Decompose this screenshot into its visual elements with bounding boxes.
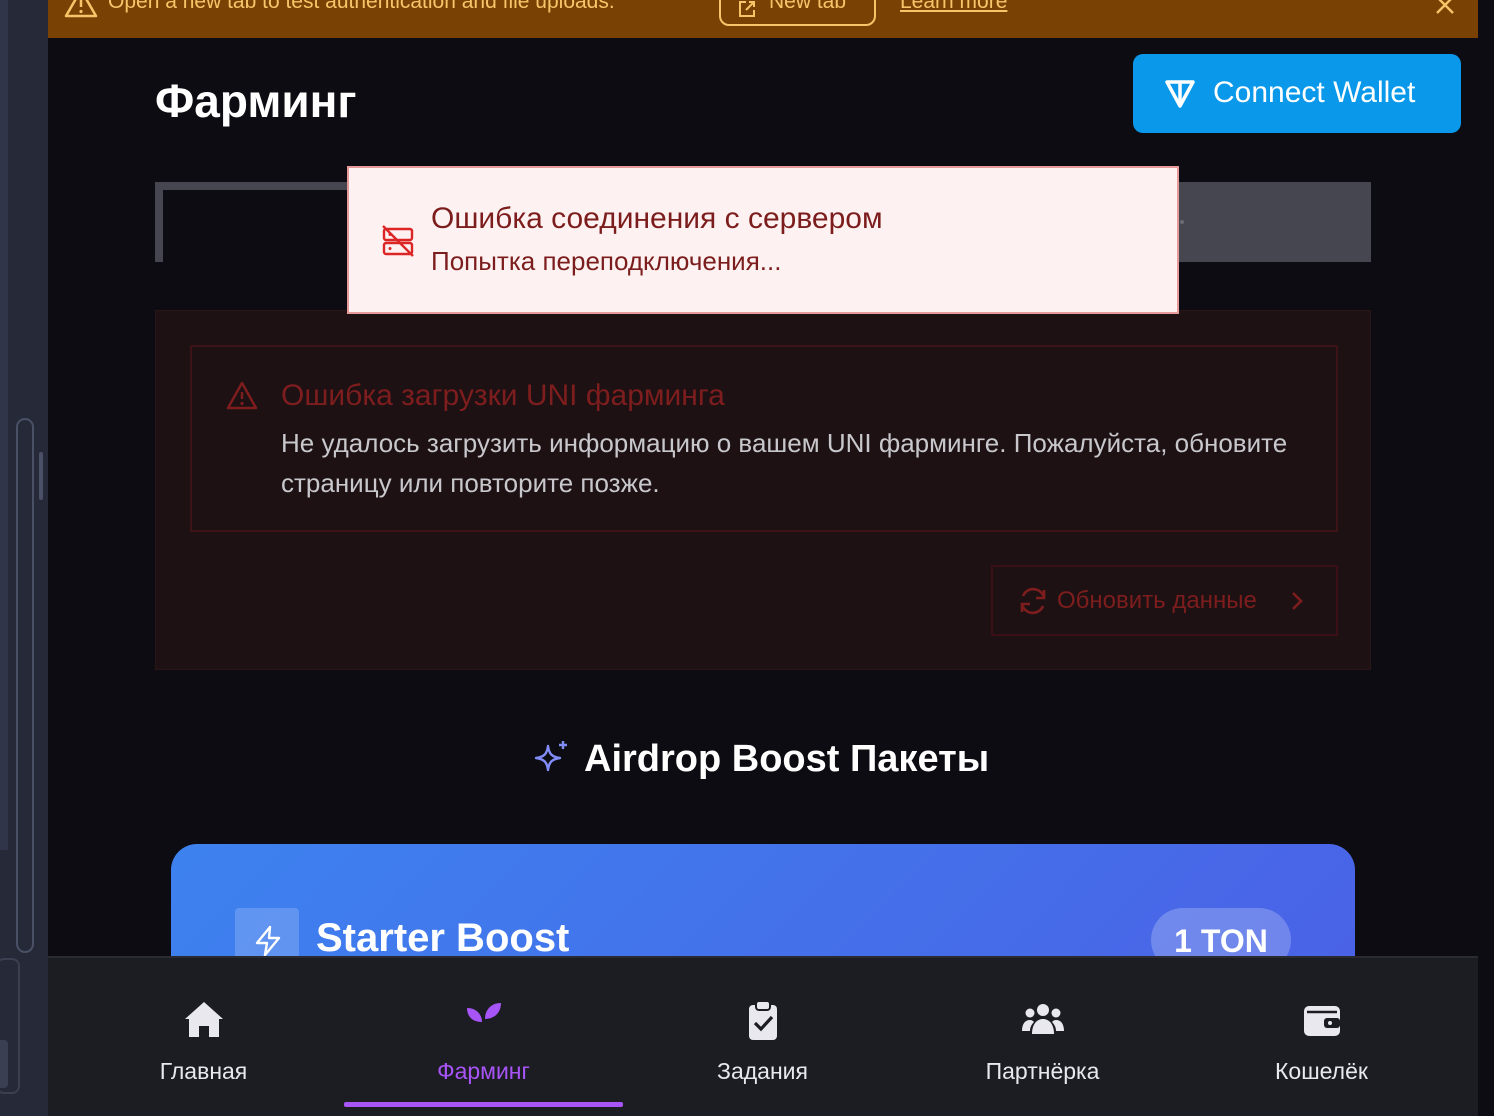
nav-item-partners[interactable]: Партнёрка xyxy=(903,958,1182,1116)
refresh-data-button[interactable]: Обновить данные xyxy=(991,565,1338,636)
side-panel-tab xyxy=(0,1040,8,1088)
wallet-icon xyxy=(1304,1006,1340,1036)
sparkles-icon xyxy=(534,740,567,772)
active-nav-indicator xyxy=(344,1102,623,1107)
side-window-edge xyxy=(0,0,48,1116)
toast-title: Ошибка соединения с сервером xyxy=(431,202,883,235)
ton-icon xyxy=(1165,80,1195,108)
nav-label-farming: Фарминг xyxy=(437,1058,530,1084)
boost-section-title: Airdrop Boost Пакеты xyxy=(532,738,989,781)
boost-package-name: Starter Boost xyxy=(316,916,570,960)
nav-item-wallet[interactable]: Кошелёк xyxy=(1182,958,1461,1116)
clipboard-check-icon xyxy=(749,1000,777,1040)
page-title: Фарминг xyxy=(155,75,357,127)
nav-label-tasks: Задания xyxy=(717,1058,808,1084)
new-tab-label: New tab xyxy=(769,0,847,13)
nav-item-tasks[interactable]: Задания xyxy=(623,958,902,1116)
nav-label-wallet: Кошелёк xyxy=(1275,1058,1368,1084)
users-icon xyxy=(1022,1004,1064,1034)
server-off-icon xyxy=(382,225,414,257)
boost-section-label: Airdrop Boost Пакеты xyxy=(584,738,990,780)
warning-icon xyxy=(64,0,98,18)
bolt-icon xyxy=(255,925,281,957)
home-icon xyxy=(185,1002,223,1037)
error-alert: Ошибка загрузки UNI фарминга Не удалось … xyxy=(190,345,1338,532)
resize-handle[interactable] xyxy=(39,452,43,500)
close-icon[interactable] xyxy=(1434,0,1456,16)
nav-label-partners: Партнёрка xyxy=(985,1058,1100,1084)
bottom-nav: Главная Фарминг Задания Партнёрка Кошелё… xyxy=(48,956,1478,1116)
error-title: Ошибка загрузки UNI фарминга xyxy=(281,379,725,412)
app-viewport: Open a new tab to test authentication an… xyxy=(48,0,1478,1116)
side-panel xyxy=(0,0,8,850)
nav-label-home: Главная xyxy=(159,1058,248,1084)
nav-item-farming[interactable]: Фарминг xyxy=(344,958,623,1116)
refresh-icon xyxy=(1020,587,1046,615)
learn-more-link[interactable]: Learn more xyxy=(900,0,1007,14)
connect-wallet-label: Connect Wallet xyxy=(1213,76,1416,109)
nav-item-home[interactable]: Главная xyxy=(64,958,343,1116)
new-tab-button[interactable]: New tab xyxy=(719,0,876,26)
farming-error-panel: Ошибка загрузки UNI фарминга Не удалось … xyxy=(155,310,1371,670)
sprout-icon xyxy=(467,1003,501,1038)
error-description: Не удалось загрузить информацию о вашем … xyxy=(281,428,1288,498)
skeleton-dot xyxy=(1180,220,1184,224)
alert-triangle-icon xyxy=(226,381,258,410)
toast-message: Попытка переподключения... xyxy=(431,246,782,276)
external-link-icon xyxy=(739,1,755,17)
connection-error-toast: Ошибка соединения с сервером Попытка пер… xyxy=(347,166,1179,314)
side-scroll-rail xyxy=(16,418,34,953)
info-banner: Open a new tab to test authentication an… xyxy=(48,0,1478,38)
refresh-data-label: Обновить данные xyxy=(1057,587,1257,614)
chevron-right-icon xyxy=(1292,592,1303,610)
connect-wallet-button[interactable]: Connect Wallet xyxy=(1133,54,1461,133)
banner-text: Open a new tab to test authentication an… xyxy=(108,0,615,13)
